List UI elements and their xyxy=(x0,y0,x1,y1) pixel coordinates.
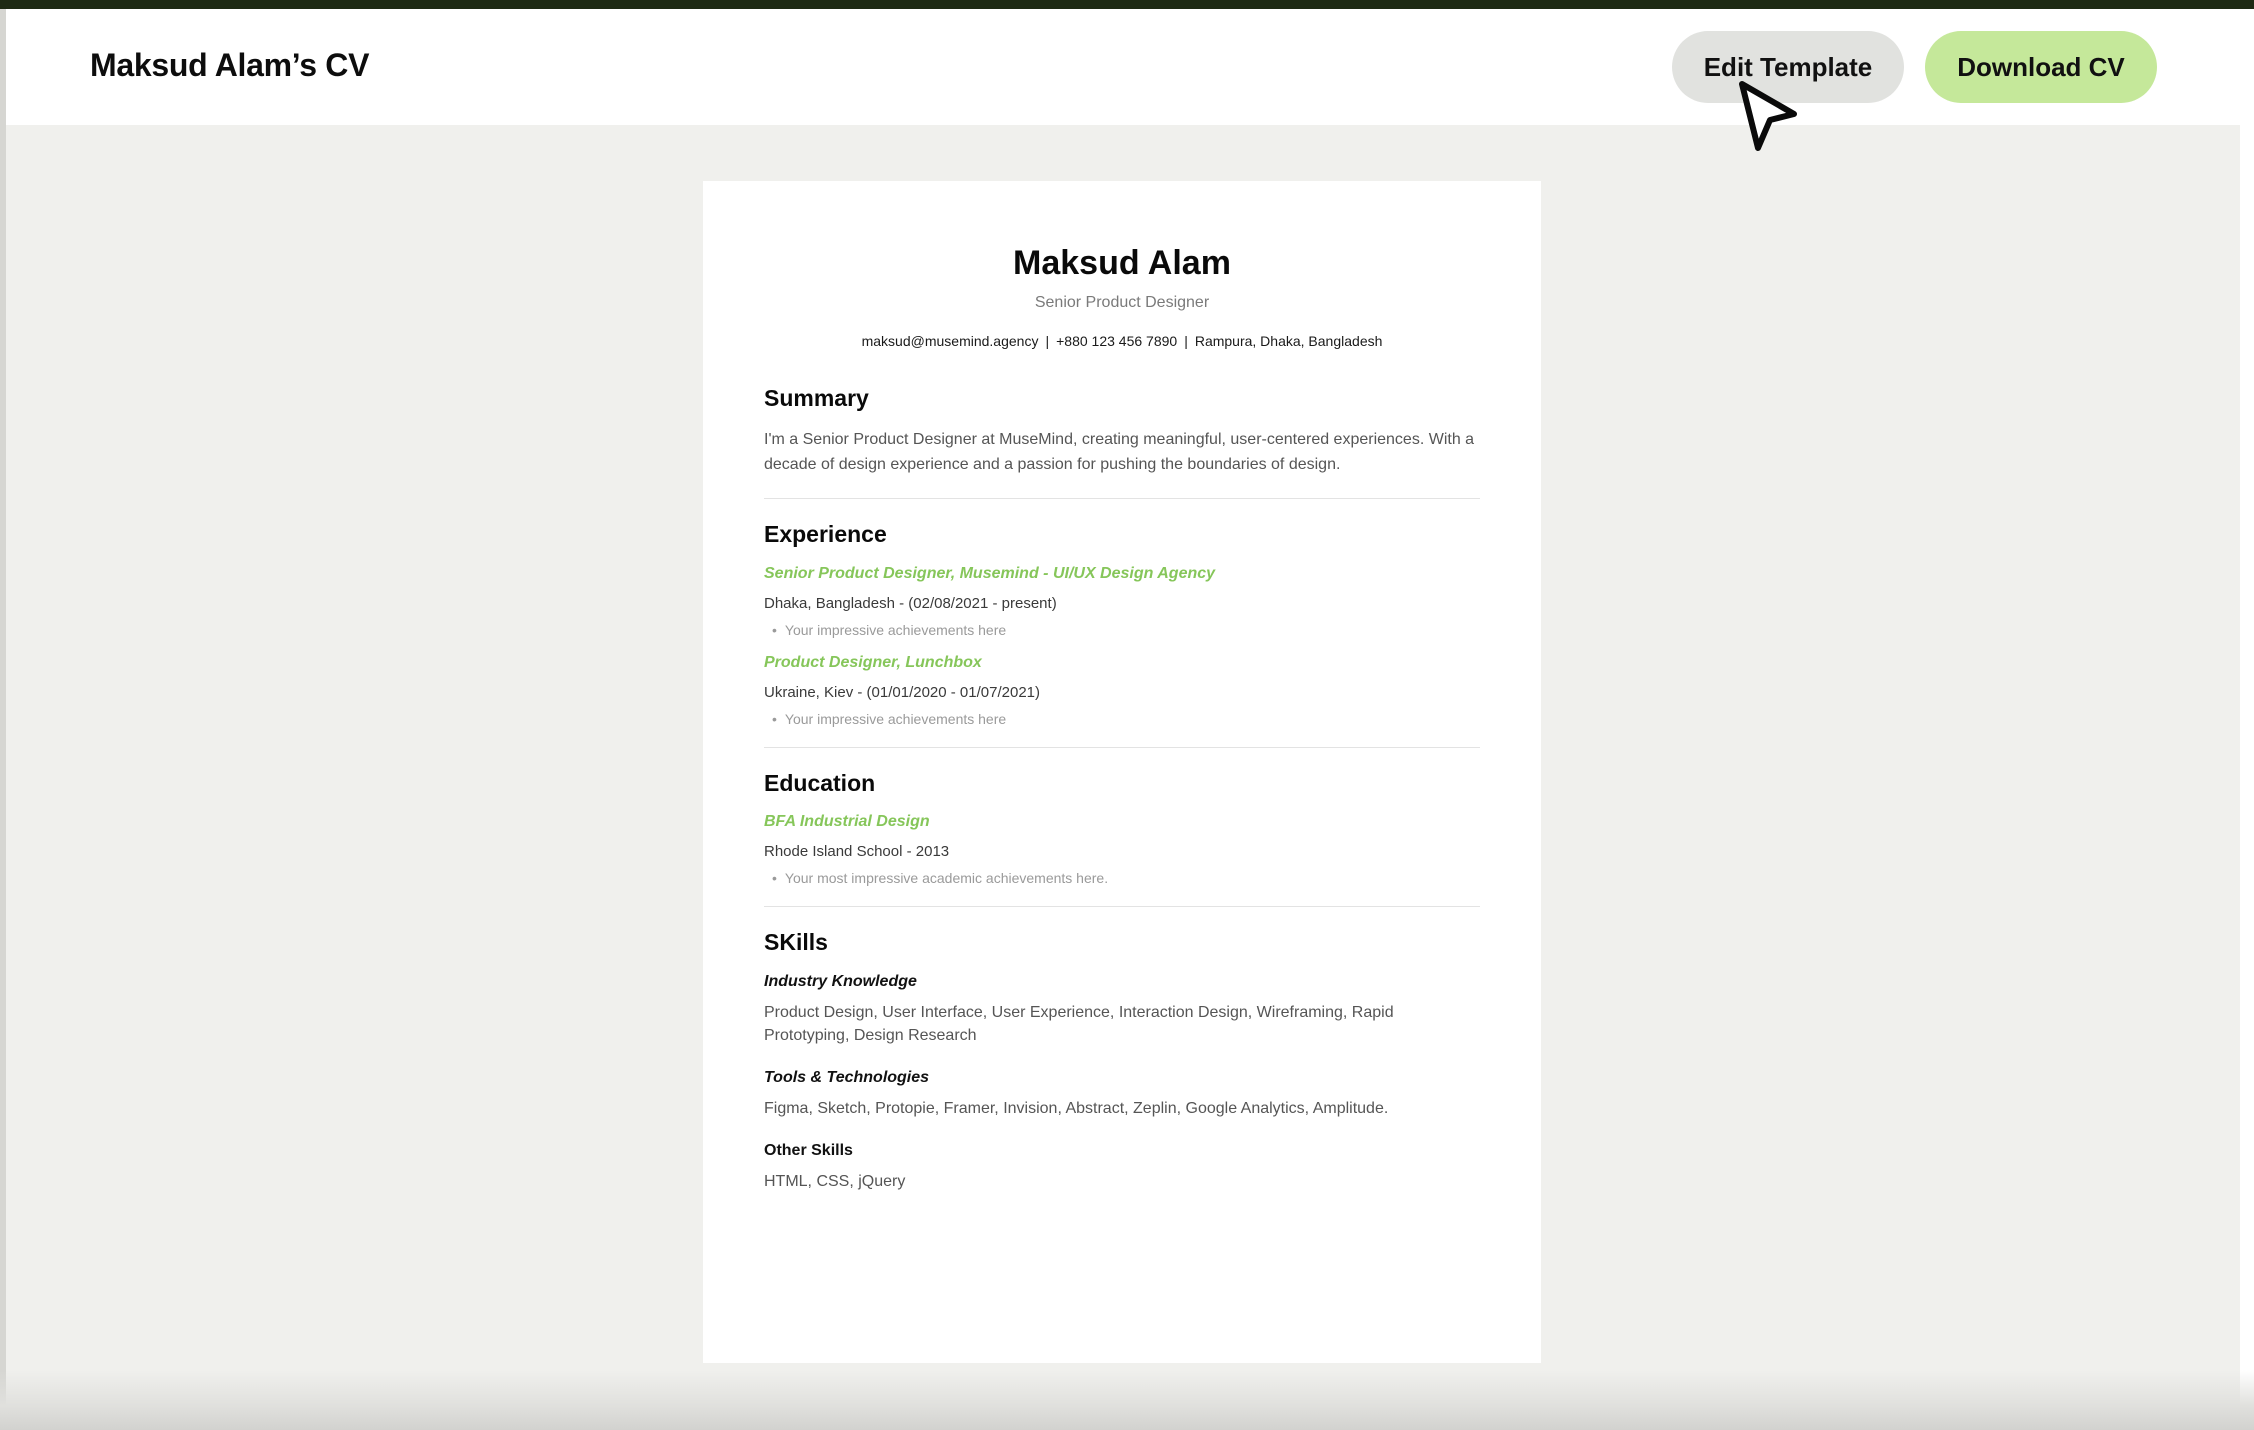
achievement-bullet: • Your most impressive academic achieveme… xyxy=(764,870,1480,886)
achievement-bullet: • Your impressive achievements here xyxy=(764,622,1480,638)
skill-group-text: HTML, CSS, jQuery xyxy=(764,1172,906,1190)
experience-item: Product Designer, Lunchbox Ukraine, Kiev… xyxy=(764,654,1480,727)
achievement-text: Your impressive achievements here xyxy=(784,621,1007,638)
achievement-text: Your impressive achievements here xyxy=(784,710,1007,727)
experience-heading: Experience xyxy=(764,520,887,547)
education-section: Education BFA Industrial Design Rhode Is… xyxy=(764,748,1480,908)
bullet-dot: • xyxy=(772,710,777,727)
app-header: Maksud Alam’s CV Edit Template Download … xyxy=(6,9,2240,125)
job-title: Senior Product Designer, Musemind - UI/U… xyxy=(764,564,1216,582)
page-title: Maksud Alam’s CV xyxy=(90,47,370,83)
achievement-text: Your most impressive academic achievemen… xyxy=(784,870,1109,887)
skills-heading: SKills xyxy=(764,929,828,956)
top-accent-strip xyxy=(0,0,2254,9)
skill-group-text: Product Design, User Interface, User Exp… xyxy=(764,1003,1394,1044)
job-title: Product Designer, Lunchbox xyxy=(764,653,982,671)
bullet-dot: • xyxy=(772,870,777,887)
cv-location: Rampura, Dhaka, Bangladesh xyxy=(1194,333,1383,350)
right-window-edge xyxy=(2240,9,2254,1430)
experience-item: Senior Product Designer, Musemind - UI/U… xyxy=(764,565,1480,638)
summary-heading: Summary xyxy=(764,385,869,412)
mouse-pointer-icon xyxy=(1739,81,1797,151)
contact-separator: | xyxy=(1184,333,1188,350)
summary-section: Summary I'm a Senior Product Designer at… xyxy=(764,385,1480,499)
cv-email: maksud@musemind.agency xyxy=(861,333,1039,350)
skill-group-title: Industry Knowledge xyxy=(764,972,917,990)
job-meta: Ukraine, Kiev - (01/01/2020 - 01/07/2021… xyxy=(764,683,1040,701)
summary-text: I'm a Senior Product Designer at MuseMin… xyxy=(764,430,1475,473)
skill-group-text: Figma, Sketch, Protopie, Framer, Invisio… xyxy=(764,1099,1389,1117)
job-meta: Dhaka, Bangladesh - (02/08/2021 - presen… xyxy=(764,594,1057,612)
left-window-edge xyxy=(0,9,6,1430)
cv-phone: +880 123 456 7890 xyxy=(1056,333,1178,350)
bottom-shadow xyxy=(0,1370,2254,1430)
bullet-dot: • xyxy=(772,621,777,638)
cv-contact-line: maksud@musemind.agency | +880 123 456 7890… xyxy=(764,333,1480,349)
education-heading: Education xyxy=(764,769,876,796)
education-meta: Rhode Island School - 2013 xyxy=(764,843,950,861)
skills-section: SKills Industry Knowledge Product Design… xyxy=(764,907,1480,1193)
download-cv-button[interactable]: Download CV xyxy=(1925,31,2157,103)
cv-name: Maksud Alam xyxy=(1013,244,1231,282)
degree-title: BFA Industrial Design xyxy=(764,813,930,831)
contact-separator: | xyxy=(1045,333,1050,350)
skill-group-title: Tools & Technologies xyxy=(764,1068,930,1086)
achievement-bullet: • Your impressive achievements here xyxy=(764,711,1480,727)
skill-group-title: Other Skills xyxy=(764,1141,853,1159)
cv-document: Maksud Alam Senior Product Designer maks… xyxy=(703,181,1541,1363)
cv-role: Senior Product Designer xyxy=(1034,294,1210,312)
experience-section: Experience Senior Product Designer, Muse… xyxy=(764,499,1480,748)
